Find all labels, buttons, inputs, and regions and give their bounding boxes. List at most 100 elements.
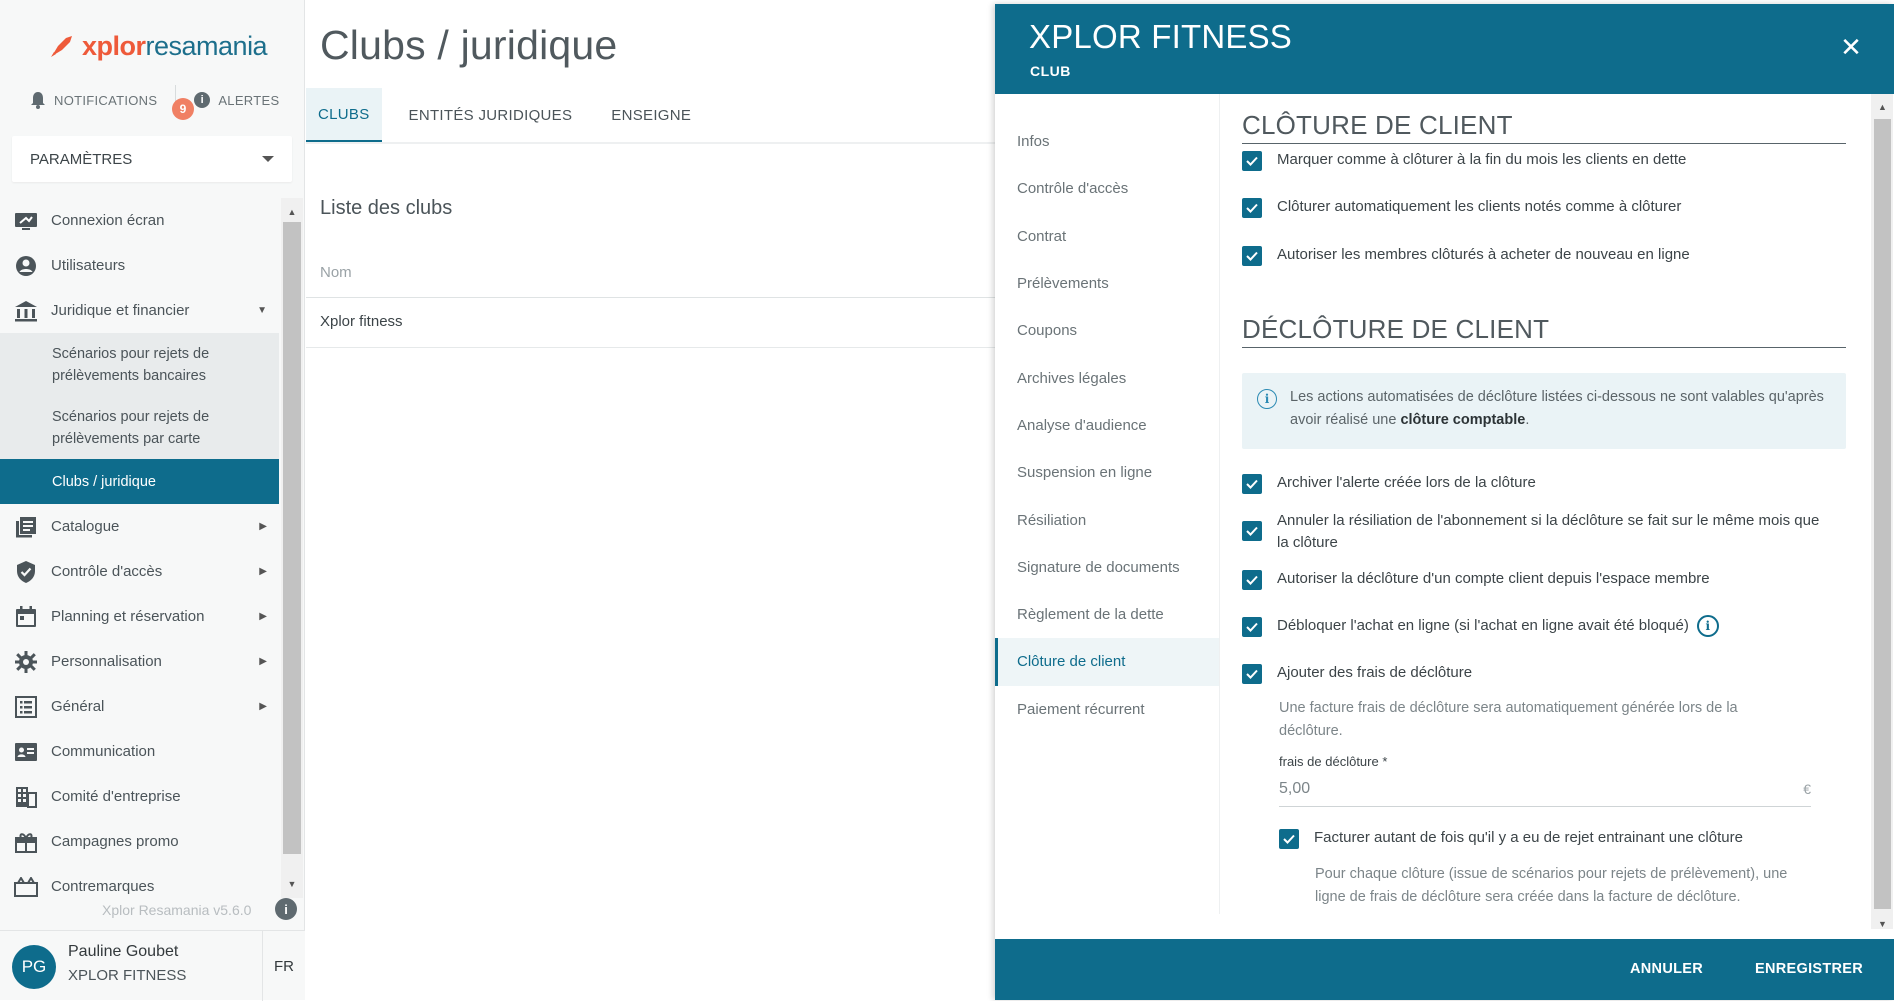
column-header-name[interactable]: Nom bbox=[320, 264, 352, 281]
sidebar-item-general[interactable]: Général ▶ bbox=[0, 684, 279, 729]
checkbox-row[interactable]: Annuler la résiliation de l'abonnement s… bbox=[1242, 510, 1822, 554]
panel-nav-cloture-client[interactable]: Clôture de client bbox=[995, 638, 1219, 686]
sidebar-item-juridique-financier[interactable]: Juridique et financier ▼ bbox=[0, 288, 279, 333]
info-circle-icon[interactable]: i bbox=[1696, 615, 1719, 637]
version-info-icon[interactable]: i bbox=[275, 898, 297, 920]
tab-entites-juridiques[interactable]: ENTITÉS JURIDIQUES bbox=[397, 88, 585, 143]
sidebar-item-contremarques[interactable]: Contremarques bbox=[0, 864, 279, 904]
checkbox-label: Facturer autant de fois qu'il y a eu de … bbox=[1314, 829, 1743, 846]
info-icon: i bbox=[1257, 389, 1277, 409]
checkbox-row[interactable]: Autoriser la déclôture d'un compte clien… bbox=[1242, 568, 1710, 590]
tabs-divider bbox=[306, 142, 996, 144]
checkbox-checked[interactable] bbox=[1242, 198, 1262, 218]
sidebar-subitem-clubs-juridique[interactable]: Clubs / juridique bbox=[0, 459, 279, 504]
logo[interactable]: xplorresamania bbox=[48, 26, 268, 66]
checkbox-row[interactable]: Clôturer automatiquement les clients not… bbox=[1242, 196, 1681, 218]
main-content: Clubs / juridique CLUBS ENTITÉS JURIDIQU… bbox=[306, 0, 996, 1000]
panel-nav-resiliation[interactable]: Résiliation bbox=[995, 496, 1219, 543]
close-icon[interactable]: ✕ bbox=[1838, 34, 1864, 60]
list-title: Liste des clubs bbox=[320, 197, 453, 219]
panel-nav-prelevements[interactable]: Prélèvements bbox=[995, 260, 1219, 307]
checkbox-checked[interactable] bbox=[1242, 246, 1262, 266]
info-text-end: . bbox=[1525, 412, 1530, 428]
sidebar-item-label: Comité d'entreprise bbox=[51, 788, 181, 805]
section-title: DÉCLÔTURE DE CLIENT bbox=[1242, 314, 1846, 348]
shield-icon bbox=[13, 559, 39, 585]
cancel-button[interactable]: ANNULER bbox=[1630, 961, 1703, 977]
user-name: Pauline Goubet bbox=[68, 943, 179, 960]
sidebar-item-planning[interactable]: Planning et réservation ▶ bbox=[0, 594, 279, 639]
panel-subtitle: CLUB bbox=[1030, 63, 1071, 79]
caret-right-icon: ▶ bbox=[259, 521, 267, 532]
notifications-button[interactable]: NOTIFICATIONS bbox=[30, 91, 157, 109]
checkbox-checked[interactable] bbox=[1242, 151, 1262, 171]
sidebar: xplorresamania NOTIFICATIONS i ALERTES 9… bbox=[0, 0, 305, 1001]
alerts-button[interactable]: i ALERTES bbox=[194, 92, 279, 108]
building-icon bbox=[13, 784, 39, 810]
table-row[interactable]: Xplor fitness bbox=[320, 313, 403, 330]
panel-nav-reglement-dette[interactable]: Règlement de la dette bbox=[995, 591, 1219, 638]
sidebar-subitem-rejets-bancaires[interactable]: Scénarios pour rejets de prélèvements ba… bbox=[0, 333, 279, 396]
checkbox-checked[interactable] bbox=[1242, 570, 1262, 590]
sidebar-item-controle-acces[interactable]: Contrôle d'accès ▶ bbox=[0, 549, 279, 594]
panel-nav-signature-documents[interactable]: Signature de documents bbox=[995, 544, 1219, 591]
divider bbox=[306, 297, 996, 298]
sidebar-item-comite-entreprise[interactable]: Comité d'entreprise bbox=[0, 774, 279, 819]
checkbox-row[interactable]: Ajouter des frais de déclôture bbox=[1242, 662, 1472, 684]
user-bar: PG Pauline Goubet XPLOR FITNESS FR bbox=[0, 930, 305, 1001]
sidebar-item-label: Contrôle d'accès bbox=[51, 563, 163, 580]
sidebar-item-communication[interactable]: Communication bbox=[0, 729, 279, 774]
panel-nav-archives-legales[interactable]: Archives légales bbox=[995, 354, 1219, 401]
sidebar-item-campagnes-promo[interactable]: Campagnes promo bbox=[0, 819, 279, 864]
panel-nav-suspension-en-ligne[interactable]: Suspension en ligne bbox=[995, 449, 1219, 496]
panel-scroll-thumb[interactable] bbox=[1874, 119, 1891, 909]
scroll-up-arrow-icon[interactable]: ▲ bbox=[283, 203, 301, 221]
calendar-icon bbox=[13, 604, 39, 630]
scroll-up-arrow-icon[interactable]: ▲ bbox=[1874, 99, 1891, 116]
scroll-down-arrow-icon[interactable]: ▼ bbox=[283, 875, 301, 893]
checkbox-row[interactable]: Marquer comme à clôturer à la fin du moi… bbox=[1242, 149, 1686, 171]
save-button[interactable]: ENREGISTRER bbox=[1755, 961, 1863, 977]
section-title: CLÔTURE DE CLIENT bbox=[1242, 110, 1846, 144]
checkbox-checked[interactable] bbox=[1242, 521, 1262, 541]
panel-nav-coupons[interactable]: Coupons bbox=[995, 307, 1219, 354]
caret-right-icon: ▶ bbox=[259, 566, 267, 577]
panel-nav: Infos Contrôle d'accès Contrat Prélèveme… bbox=[995, 94, 1220, 914]
divider bbox=[306, 347, 996, 348]
ticket-icon bbox=[13, 874, 39, 900]
sidebar-item-catalogue[interactable]: Catalogue ▶ bbox=[0, 504, 279, 549]
sidebar-scroll-thumb[interactable] bbox=[283, 222, 301, 854]
club-panel: XPLOR FITNESS CLUB ✕ Infos Contrôle d'ac… bbox=[995, 4, 1894, 1000]
settings-dropdown[interactable]: PARAMÈTRES bbox=[12, 136, 292, 182]
checkbox-checked[interactable] bbox=[1242, 617, 1262, 637]
sidebar-item-label: Communication bbox=[51, 743, 156, 760]
sidebar-subitem-rejets-carte[interactable]: Scénarios pour rejets de prélèvements pa… bbox=[0, 396, 279, 459]
checkbox-row[interactable]: Archiver l'alerte créée lors de la clôtu… bbox=[1242, 472, 1536, 494]
checkbox-row[interactable]: Autoriser les membres clôturés à acheter… bbox=[1242, 244, 1690, 266]
panel-footer: ANNULER ENREGISTRER bbox=[995, 939, 1894, 1000]
sidebar-item-label: Juridique et financier bbox=[51, 302, 190, 319]
fee-input[interactable]: 5,00 € bbox=[1279, 777, 1811, 807]
panel-nav-analyse-audience[interactable]: Analyse d'audience bbox=[995, 402, 1219, 449]
sidebar-item-utilisateurs[interactable]: Utilisateurs bbox=[0, 243, 279, 288]
tab-enseigne[interactable]: ENSEIGNE bbox=[599, 88, 703, 143]
panel-nav-paiement-recurrent[interactable]: Paiement récurrent bbox=[995, 686, 1219, 733]
scroll-down-arrow-icon[interactable]: ▼ bbox=[1874, 916, 1891, 933]
panel-nav-infos[interactable]: Infos bbox=[995, 118, 1219, 165]
checkbox-row[interactable]: Débloquer l'achat en ligne (si l'achat e… bbox=[1242, 615, 1719, 637]
checkbox-checked[interactable] bbox=[1279, 829, 1299, 849]
checkbox-row[interactable]: Facturer autant de fois qu'il y a eu de … bbox=[1279, 827, 1743, 849]
sidebar-item-personnalisation[interactable]: Personnalisation ▶ bbox=[0, 639, 279, 684]
panel-nav-controle-acces[interactable]: Contrôle d'accès bbox=[995, 165, 1219, 212]
caret-right-icon: ▶ bbox=[259, 701, 267, 712]
tab-clubs[interactable]: CLUBS bbox=[306, 88, 382, 143]
sidebar-subitem-label: Scénarios pour rejets de prélèvements pa… bbox=[52, 408, 210, 447]
checkbox-label: Clôturer automatiquement les clients not… bbox=[1277, 198, 1682, 215]
language-switcher[interactable]: FR bbox=[262, 931, 305, 1001]
panel-nav-contrat[interactable]: Contrat bbox=[995, 213, 1219, 260]
bell-icon bbox=[31, 92, 45, 109]
checkbox-checked[interactable] bbox=[1242, 664, 1262, 684]
avatar[interactable]: PG bbox=[12, 945, 56, 989]
checkbox-checked[interactable] bbox=[1242, 474, 1262, 494]
sidebar-item-connexion-ecran[interactable]: Connexion écran bbox=[0, 198, 279, 243]
